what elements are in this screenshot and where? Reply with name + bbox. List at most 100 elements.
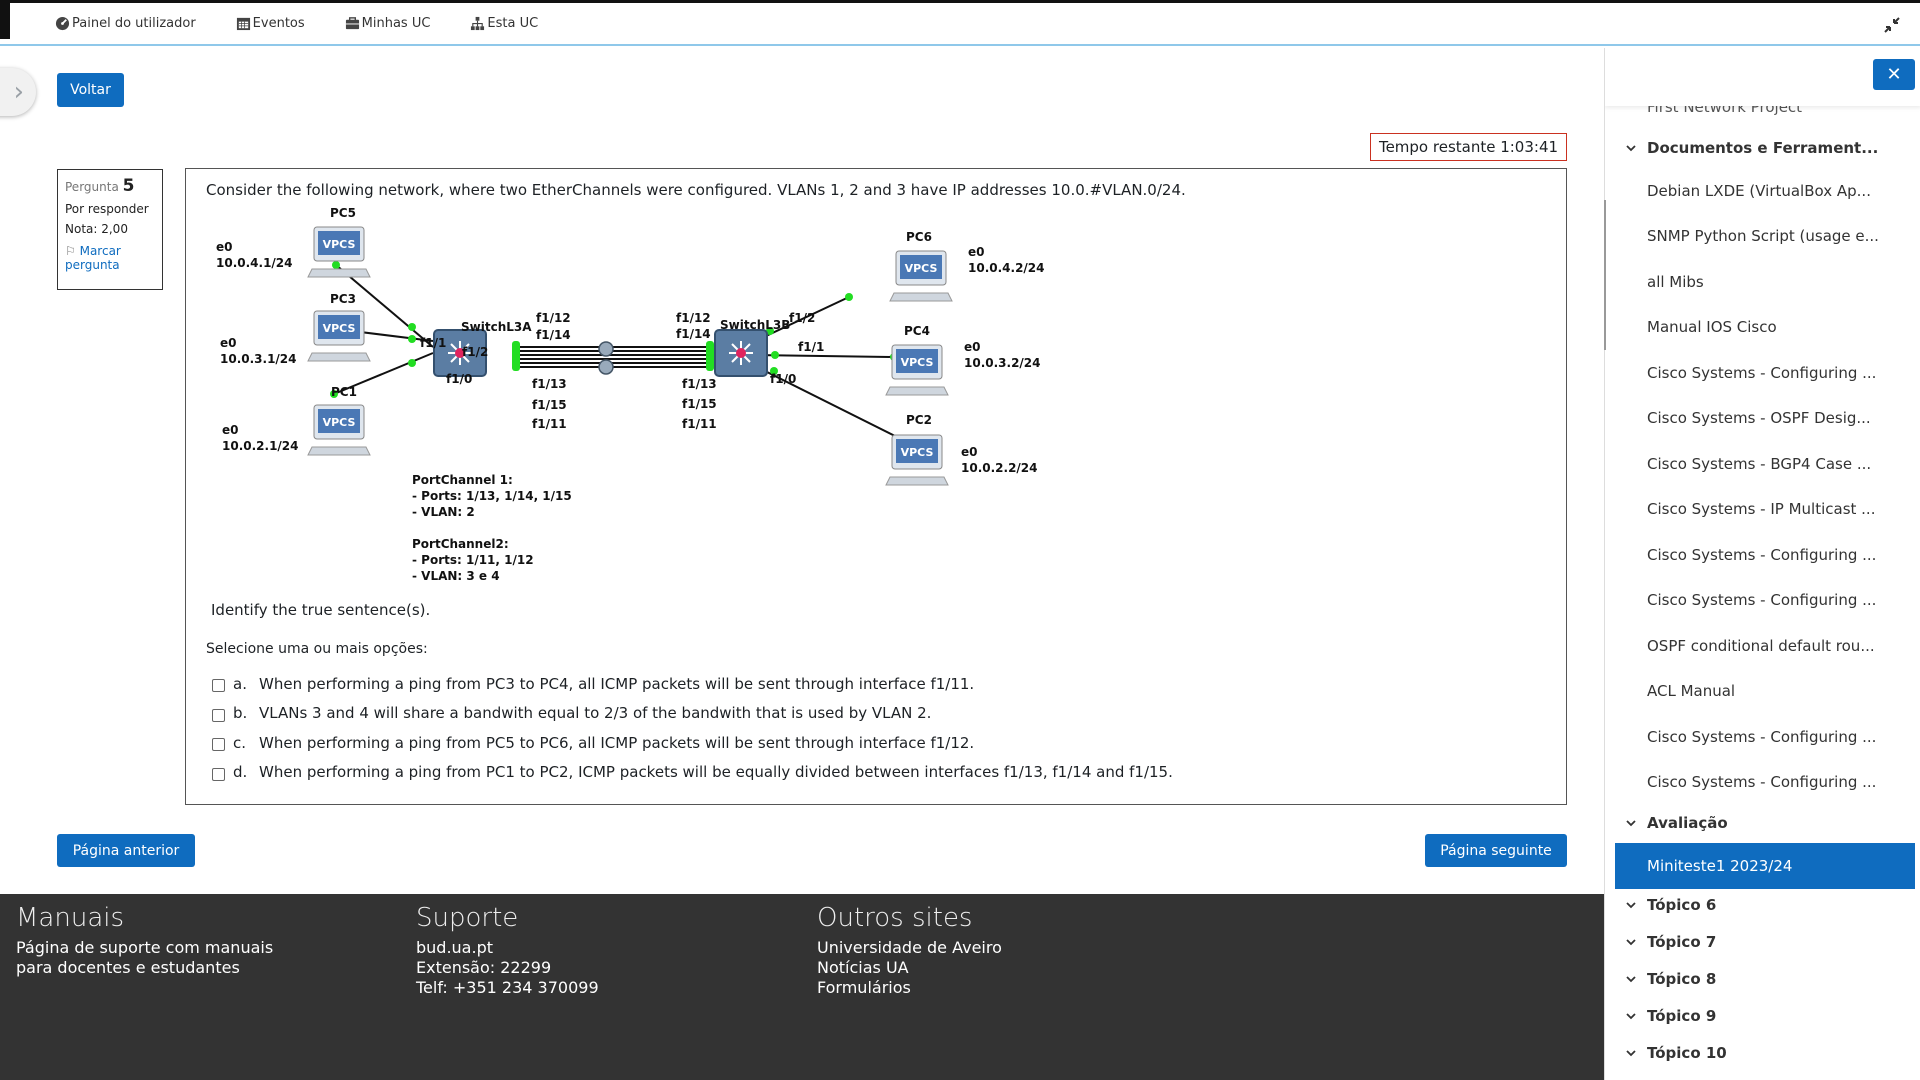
question-info-panel: Pergunta 5 Por responder Nota: 2,00 ⚐ Ma…	[57, 169, 163, 290]
sidebar-item-6[interactable]: Cisco Systems - BGP4 Case ...	[1647, 455, 1871, 473]
sidebar-item-9[interactable]: Cisco Systems - Configuring ...	[1647, 591, 1876, 609]
network-diagram: VPCS VPCS VPCS VPCS VPCS VPCS PC5 e0 10.…	[216, 206, 1045, 583]
drawer-toggle-button[interactable]: ›	[0, 68, 36, 116]
nav-my-courses-label: Minhas UC	[361, 16, 431, 31]
next-page-button[interactable]: Página seguinte	[1425, 834, 1567, 867]
quiz-timer: Tempo restante 1:03:41	[1370, 133, 1567, 161]
portchannel1-vlan: - VLAN: 2	[412, 505, 475, 519]
option-c-checkbox[interactable]	[212, 738, 225, 752]
footer-suporte-ext: Extensão: 22299	[416, 958, 552, 977]
pc6-if: e0	[968, 245, 985, 259]
switch-b-icon	[714, 329, 768, 377]
nav-this-course-label: Esta UC	[487, 16, 539, 31]
portchannel1-ports: - Ports: 1/13, 1/14, 1/15	[412, 489, 572, 503]
sidebar-topic-8[interactable]: Tópico 8	[1625, 970, 1716, 988]
option-c-letter: c.	[233, 733, 247, 752]
flag-icon: ⚐	[65, 244, 76, 258]
nav-this-course[interactable]: Esta UC	[470, 16, 538, 31]
option-a-text: When performing a ping from PC3 to PC4, …	[259, 674, 975, 693]
sidebar-topic-7[interactable]: Tópico 7	[1625, 933, 1716, 951]
pc5-icon: VPCS	[307, 226, 371, 278]
pc3-if: e0	[220, 336, 237, 350]
sidebar-item-7[interactable]: Cisco Systems - IP Multicast ...	[1647, 500, 1875, 518]
sidebar-topic-10[interactable]: Tópico 10	[1625, 1044, 1727, 1062]
sidebar-item-13[interactable]: Cisco Systems - Configuring ...	[1647, 773, 1876, 791]
sidebar-item-4[interactable]: Cisco Systems - Configuring ...	[1647, 364, 1876, 382]
pc2-if: e0	[961, 445, 978, 459]
collapse-icon[interactable]	[1882, 15, 1902, 35]
sidebar-section-docs[interactable]: Documentos e Ferrament...	[1625, 139, 1878, 157]
question-text: Consider the following network, where tw…	[206, 181, 1186, 199]
pc6-screen-label: VPCS	[905, 262, 938, 275]
b-port-f10: f1/0	[770, 372, 796, 386]
b-port-f111: f1/11	[682, 417, 717, 431]
sidebar-item-11[interactable]: ACL Manual	[1647, 682, 1735, 700]
sidebar-topic-9-label: Tópico 9	[1647, 1007, 1717, 1025]
pc1-screen-label: VPCS	[323, 416, 356, 429]
footer-manuais-line-1[interactable]: Página de suporte com manuais	[16, 938, 273, 958]
sidebar-item-2[interactable]: all Mibs	[1647, 273, 1704, 291]
sidebar-topic-8-label: Tópico 8	[1647, 970, 1717, 988]
pc3-screen-label: VPCS	[323, 322, 356, 335]
sidebar-section-avaliacao[interactable]: Avaliação	[1625, 814, 1728, 832]
option-a[interactable]: a. When performing a ping from PC3 to PC…	[212, 669, 1173, 699]
b-port-f12: f1/2	[789, 311, 815, 325]
primary-navigation: Painel do utilizador Eventos Minhas UC E…	[55, 16, 538, 31]
sidebar-item-1[interactable]: SNMP Python Script (usage e...	[1647, 227, 1879, 245]
option-b-letter: b.	[233, 704, 248, 723]
footer-manuais-line-2[interactable]: para docentes e estudantes	[16, 958, 273, 978]
nav-my-courses[interactable]: Minhas UC	[345, 16, 431, 31]
option-b[interactable]: b. VLANs 3 and 4 will share a bandwith e…	[212, 699, 1173, 729]
sidebar-topic-6-label: Tópico 6	[1647, 896, 1717, 914]
option-d-text: When performing a ping from PC1 to PC2, …	[259, 763, 1173, 782]
option-d-checkbox[interactable]	[212, 767, 225, 781]
option-d[interactable]: d. When performing a ping from PC1 to PC…	[212, 758, 1173, 788]
option-b-checkbox[interactable]	[212, 708, 225, 722]
pc5-if: e0	[216, 240, 233, 254]
pc2-icon: VPCS	[885, 434, 949, 486]
portchannel2-vlan: - VLAN: 3 e 4	[412, 569, 500, 583]
previous-page-button[interactable]: Página anterior	[57, 834, 195, 867]
sidebar-topic-10-label: Tópico 10	[1647, 1044, 1727, 1062]
footer-outros: Outros sites Universidade de Aveiro Notí…	[817, 905, 1002, 998]
sidebar-topic-7-label: Tópico 7	[1647, 933, 1717, 951]
back-button[interactable]: Voltar	[57, 73, 124, 107]
close-icon: ✕	[1886, 64, 1902, 85]
nav-dashboard[interactable]: Painel do utilizador	[55, 16, 196, 31]
pc1-if: e0	[222, 423, 239, 437]
close-drawer-button[interactable]: ✕	[1873, 59, 1915, 90]
footer-link-ua[interactable]: Universidade de Aveiro	[817, 938, 1002, 958]
sidebar-item-0[interactable]: Debian LXDE (VirtualBox Ap...	[1647, 182, 1871, 200]
b-port-f11: f1/1	[798, 340, 824, 354]
nav-dashboard-label: Painel do utilizador	[72, 16, 196, 31]
switch-a-name: SwitchL3A	[461, 320, 532, 334]
sidebar-section-docs-label: Documentos e Ferrament...	[1647, 139, 1879, 157]
chevron-right-icon: ›	[13, 77, 24, 107]
option-c[interactable]: c. When performing a ping from PC5 to PC…	[212, 728, 1173, 758]
sidebar-item-active-quiz[interactable]: Miniteste1 2023/24	[1615, 843, 1915, 889]
option-a-checkbox[interactable]	[212, 679, 225, 693]
sidebar-item-10[interactable]: OSPF conditional default rou...	[1647, 637, 1875, 655]
sidebar-item-5[interactable]: Cisco Systems - OSPF Desig...	[1647, 409, 1871, 427]
sidebar-item-3[interactable]: Manual IOS Cisco	[1647, 318, 1777, 336]
nav-events[interactable]: Eventos	[236, 16, 305, 31]
footer-link-noticias[interactable]: Notícias UA	[817, 958, 1002, 978]
sidebar-topic-6[interactable]: Tópico 6	[1625, 896, 1716, 914]
sidebar-item-12[interactable]: Cisco Systems - Configuring ...	[1647, 728, 1876, 746]
top-navbar: Painel do utilizador Eventos Minhas UC E…	[0, 0, 1920, 46]
a-port-f115: f1/15	[532, 398, 567, 412]
sidebar-topic-9[interactable]: Tópico 9	[1625, 1007, 1716, 1025]
flag-question-link[interactable]: ⚐ Marcar pergunta	[65, 244, 155, 272]
footer-suporte-link[interactable]: bud.ua.pt	[416, 938, 599, 958]
sidebar-item-8[interactable]: Cisco Systems - Configuring ...	[1647, 546, 1876, 564]
a-port-f10: f1/0	[446, 372, 472, 386]
b-port-f112: f1/12	[676, 311, 711, 325]
a-port-f113: f1/13	[532, 377, 567, 391]
pc4-icon: VPCS	[885, 344, 949, 396]
sidebar-section-avaliacao-label: Avaliação	[1647, 814, 1728, 832]
sidebar-scrollbar[interactable]	[1604, 200, 1606, 350]
footer-link-formularios[interactable]: Formulários	[817, 978, 1002, 998]
footer-manuais-title: Manuais	[16, 903, 125, 933]
a-port-f12: f1/2	[462, 345, 488, 359]
pc3-name: PC3	[330, 292, 356, 306]
